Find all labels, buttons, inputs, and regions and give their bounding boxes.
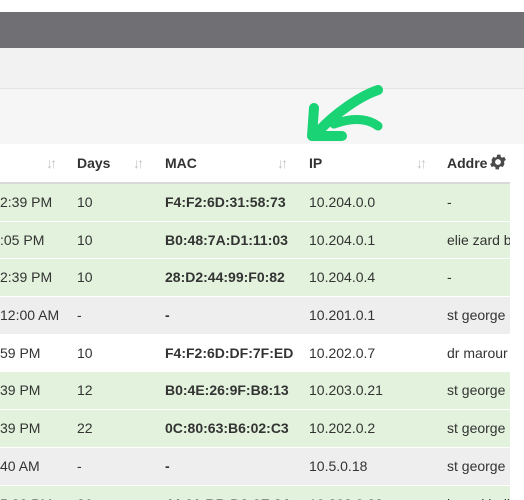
table-row[interactable]: 39 PM 12 B0:4E:26:9F:B8:13 10.203.0.21 st ge… (0, 372, 510, 411)
cell-ip: 10.204.0.1 (309, 231, 376, 248)
cell-address: elie zard b (447, 231, 510, 248)
table-row[interactable]: 59 PM 10 F4:F2:6D:DF:7F:ED 10.202.0.7 dr mar… (0, 334, 510, 373)
table-row[interactable]: 40 AM - - 10.5.0.18 st george (0, 447, 510, 486)
cell-time: 39 PM (0, 420, 41, 437)
cell-mac: - (165, 457, 170, 474)
filter-band (0, 89, 524, 144)
cell-address: dr marour (447, 344, 508, 361)
cell-address: - (447, 269, 452, 286)
top-edge-glyph: ` (486, 0, 490, 6)
cell-time: 59 PM (0, 344, 41, 361)
table-row[interactable]: 5:23 PM 26 44:01:BB:D3:9F:8A 10.203.0.22 hay… (0, 485, 510, 500)
cell-ip: 10.204.0.4 (309, 269, 376, 286)
cell-mac: 44:01:BB:D3:9F:8A (165, 486, 292, 500)
cell-ip: 10.202.0.7 (309, 344, 376, 361)
column-header-ip[interactable]: IP (309, 144, 322, 182)
cell-time: 5:23 PM (0, 486, 52, 500)
table-row[interactable]: 39 PM 22 0C:80:63:B6:02:C3 10.202.0.2 st geo… (0, 410, 510, 448)
cell-days: - (77, 307, 82, 324)
cell-address: hay el jadi (447, 486, 510, 500)
top-edge-glyph: ` (313, 0, 317, 6)
column-header-address[interactable]: Addre (447, 144, 487, 182)
table-row[interactable]: :05 PM 10 B0:48:7A:D1:11:03 10.204.0.1 elie … (0, 221, 510, 260)
table-row[interactable]: 12:00 AM - -10.201.0.1 st george (0, 297, 510, 335)
cell-mac: F4:F2:6D:31:58:73 (165, 194, 286, 210)
cell-ip: 10.202.0.2 (309, 420, 376, 437)
cell-days: 26 (77, 486, 93, 500)
header-bar (0, 12, 524, 48)
cell-days: 12 (77, 382, 93, 399)
sort-arrows-icon[interactable]: ↓↑ (46, 144, 57, 182)
leases-table: ↓↑ Days ↓↑ MAC ↓↑ IP ↓↑ Addre 2:39 PM 10 F… (0, 144, 510, 500)
cell-ip: 10.203.0.21 (309, 382, 383, 399)
table-body: 2:39 PM 10 F4:F2:6D:31:58:73 10.204.0.0 - :05… (0, 184, 510, 500)
cell-days: 10 (77, 231, 93, 248)
cell-ip: 10.201.0.1 (309, 307, 376, 324)
cell-days: 10 (77, 194, 93, 210)
sort-arrows-icon[interactable]: ↓↑ (277, 144, 288, 182)
cell-address: st george (447, 307, 506, 324)
sort-arrows-icon[interactable]: ↓↑ (416, 144, 427, 182)
cell-days: 10 (77, 344, 93, 361)
sort-arrows-icon[interactable]: ↓↑ (133, 144, 144, 182)
cell-mac: B0:4E:26:9F:B8:13 (165, 382, 289, 399)
cell-mac: - (165, 307, 170, 324)
cell-address: - (447, 194, 452, 210)
cell-time: 40 AM (0, 457, 40, 474)
cell-mac: 28:D2:44:99:F0:82 (165, 269, 285, 286)
scrollbar-track[interactable] (510, 144, 524, 500)
cell-ip: 10.5.0.18 (309, 457, 368, 474)
cell-address: st george (447, 382, 506, 399)
cell-mac: 0C:80:63:B6:02:C3 (165, 420, 289, 437)
cell-mac: B0:48:7A:D1:11:03 (165, 231, 288, 248)
gear-icon[interactable] (488, 152, 508, 172)
cell-ip: 10.203.0.22 (309, 486, 383, 500)
cell-days: 10 (77, 269, 93, 286)
cell-days: 22 (77, 420, 93, 437)
top-strip: ` ` (0, 0, 524, 12)
cell-time: 12:00 AM (0, 307, 60, 324)
column-header-mac[interactable]: MAC (165, 144, 197, 182)
cell-time: :05 PM (0, 231, 45, 248)
cell-address: st george (447, 420, 506, 437)
table-row[interactable]: 2:39 PM 10 F4:F2:6D:31:58:73 10.204.0.0 - (0, 184, 510, 222)
cell-time: 2:39 PM (0, 269, 53, 286)
cell-address: st george (447, 457, 506, 474)
cell-ip: 10.204.0.0 (309, 194, 376, 210)
column-header-days[interactable]: Days (77, 144, 110, 182)
cell-mac: F4:F2:6D:DF:7F:ED (165, 344, 294, 361)
table-header: ↓↑ Days ↓↑ MAC ↓↑ IP ↓↑ Addre (0, 144, 510, 184)
cell-time: 2:39 PM (0, 194, 53, 210)
toolbar-band (0, 48, 524, 89)
table-row[interactable]: 2:39 PM 10 28:D2:44:99:F0:82 10.204.0.4 - (0, 259, 510, 298)
cell-days: - (77, 457, 82, 474)
cell-time: 39 PM (0, 382, 41, 399)
